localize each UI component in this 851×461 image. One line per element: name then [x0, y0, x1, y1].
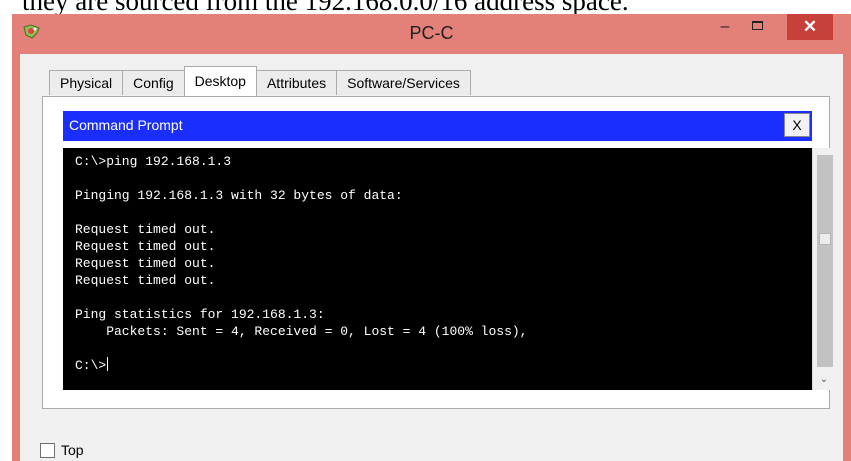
top-option[interactable]: Top — [40, 440, 84, 460]
tab-physical[interactable]: Physical — [49, 70, 124, 95]
terminal-line: Request timed out. — [75, 239, 216, 254]
scrollbar-grip-icon — [819, 233, 831, 245]
terminal-line: Request timed out. — [75, 256, 216, 271]
scroll-down-icon[interactable]: ⌄ — [813, 373, 835, 387]
client-area: Physical Config Desktop Attributes Softw… — [20, 54, 843, 461]
terminal-line: Pinging 192.168.1.3 with 32 bytes of dat… — [75, 188, 403, 203]
scrollbar-thumb[interactable] — [817, 155, 833, 367]
terminal-scrollbar[interactable]: ⌄ — [812, 148, 836, 390]
tab-config[interactable]: Config — [122, 70, 185, 95]
command-prompt-close-button[interactable]: X — [784, 113, 810, 137]
tab-attributes[interactable]: Attributes — [255, 70, 338, 95]
pc-c-window: PC-C – ✕ Physical Config Desktop Attribu… — [12, 14, 851, 461]
desktop-panel: Command Prompt X C:\>ping 192.168.1.3 Pi… — [42, 96, 836, 409]
close-button[interactable]: ✕ — [787, 14, 833, 40]
title-bar[interactable]: PC-C – ✕ — [12, 14, 851, 54]
tab-bar: Physical Config Desktop Attributes Softw… — [49, 66, 471, 96]
top-checkbox[interactable] — [40, 442, 55, 458]
command-prompt-header: Command Prompt X — [63, 111, 812, 141]
command-prompt-app: Command Prompt X C:\>ping 192.168.1.3 Pi… — [63, 111, 836, 399]
maximize-icon — [752, 21, 763, 30]
terminal-prompt-line[interactable]: C:\> — [75, 357, 527, 374]
terminal-text: C:\>ping 192.168.1.3 Pinging 192.168.1.3… — [75, 153, 527, 374]
minimize-button[interactable]: – — [712, 14, 738, 40]
terminal-line: Request timed out. — [75, 273, 216, 288]
text-cursor — [107, 357, 109, 371]
terminal-line: C:\>ping 192.168.1.3 — [75, 154, 232, 169]
tab-desktop[interactable]: Desktop — [183, 66, 257, 96]
terminal-line: Packets: Sent = 4, Received = 0, Lost = … — [75, 324, 528, 339]
tab-software-services[interactable]: Software/Services — [336, 70, 471, 95]
terminal-line: Request timed out. — [75, 222, 216, 237]
terminal-output[interactable]: C:\>ping 192.168.1.3 Pinging 192.168.1.3… — [63, 148, 812, 390]
terminal-line: Ping statistics for 192.168.1.3: — [75, 307, 325, 322]
command-prompt-title: Command Prompt — [69, 117, 183, 133]
top-label: Top — [61, 442, 84, 458]
terminal-prompt: C:\> — [75, 358, 107, 373]
maximize-button[interactable] — [744, 14, 772, 40]
